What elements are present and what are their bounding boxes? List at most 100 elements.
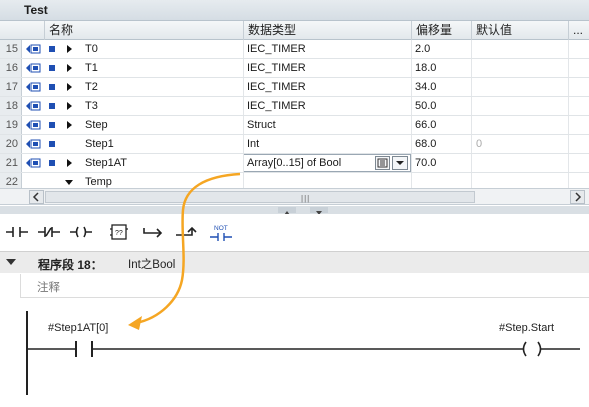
default-value[interactable] (476, 116, 566, 134)
expand-triangle-icon[interactable] (67, 121, 72, 129)
coil-icon[interactable] (69, 222, 93, 242)
default-value[interactable]: 0 (476, 135, 566, 153)
offset-value[interactable]: 18.0 (415, 59, 470, 77)
variable-name[interactable]: T3 (85, 97, 240, 115)
variable-name[interactable]: Step1 (85, 135, 240, 153)
data-type[interactable]: IEC_TIMER (247, 97, 412, 115)
expand-triangle-icon[interactable] (67, 64, 72, 72)
type-dropdown-icon[interactable] (392, 156, 408, 170)
table-row[interactable]: 15 T0 IEC_TIMER 2.0 (0, 40, 589, 59)
offset-value[interactable]: 2.0 (415, 40, 470, 58)
expand-triangle-icon[interactable] (67, 83, 72, 91)
row-number[interactable]: 16 (0, 59, 22, 77)
no-contact-element[interactable] (75, 341, 93, 357)
coil-operand[interactable]: #Step.Start (499, 322, 554, 334)
row-number[interactable]: 21 (0, 154, 22, 172)
column-header-offset[interactable]: 偏移量 (411, 21, 471, 40)
empty-box-icon[interactable]: ?? (107, 222, 131, 242)
type-browse-icon[interactable] (375, 156, 390, 170)
scroll-thumb[interactable]: ||| (45, 191, 475, 203)
column-divider (471, 154, 472, 172)
retain-marker-icon (49, 141, 55, 147)
retain-marker-icon (49, 84, 55, 90)
default-value[interactable] (476, 40, 566, 58)
table-row[interactable]: 18 T3 IEC_TIMER 50.0 (0, 97, 589, 116)
editor-titlebar: Test (0, 0, 589, 21)
default-value[interactable] (476, 97, 566, 115)
network-header[interactable]: 程序段 18： Int之Bool (0, 251, 589, 273)
static-var-icon (26, 44, 41, 54)
data-type[interactable]: IEC_TIMER (247, 78, 412, 96)
table-header: 名称 数据类型 偏移量 默认值 ... (0, 21, 589, 40)
svg-text:??: ?? (115, 230, 123, 237)
column-divider (471, 59, 472, 77)
row-number[interactable]: 15 (0, 40, 22, 58)
expand-triangle-icon[interactable] (67, 45, 72, 53)
collapse-network-icon[interactable] (6, 259, 16, 265)
splitter-up-button[interactable] (278, 207, 296, 215)
close-branch-icon[interactable] (174, 222, 198, 242)
variable-name[interactable]: T1 (85, 59, 240, 77)
ladder-instruction-toolbar: ?? NOT (0, 214, 589, 250)
data-type[interactable]: IEC_TIMER (247, 40, 412, 58)
no-contact-icon[interactable] (5, 222, 29, 242)
table-horizontal-scrollbar[interactable]: ||| (0, 188, 589, 205)
column-divider (471, 116, 472, 134)
panel-splitter[interactable] (0, 206, 589, 215)
data-type[interactable]: Int (247, 135, 412, 153)
offset-value[interactable]: 68.0 (415, 135, 470, 153)
variable-name[interactable]: Step1AT (85, 154, 240, 172)
retain-marker-icon (49, 103, 55, 109)
table-row[interactable]: 19 Step Struct 66.0 (0, 116, 589, 135)
default-value[interactable] (476, 78, 566, 96)
default-value[interactable] (476, 154, 566, 172)
column-header-more[interactable]: ... (568, 21, 589, 40)
ladder-network: #Step1AT[0] #Step.Start (0, 299, 589, 407)
network-comment[interactable]: 注释 (20, 274, 589, 298)
offset-value[interactable]: 34.0 (415, 78, 470, 96)
offset-value[interactable]: 66.0 (415, 116, 470, 134)
row-number[interactable]: 19 (0, 116, 22, 134)
expand-triangle-icon[interactable] (67, 159, 72, 167)
network-number: 程序段 18： (38, 258, 103, 272)
variable-name[interactable]: Step (85, 116, 240, 134)
static-var-icon (26, 82, 41, 92)
static-var-icon (26, 101, 41, 111)
default-value[interactable] (476, 59, 566, 77)
column-divider (243, 40, 244, 58)
table-row[interactable]: 16 T1 IEC_TIMER 18.0 (0, 59, 589, 78)
splitter-down-button[interactable] (310, 207, 328, 215)
column-divider (568, 154, 569, 172)
offset-value[interactable]: 50.0 (415, 97, 470, 115)
contact-operand[interactable]: #Step1AT[0] (48, 322, 108, 334)
row-number[interactable]: 20 (0, 135, 22, 153)
retain-marker-icon (49, 160, 55, 166)
collapse-triangle-icon[interactable] (65, 180, 73, 185)
column-header-datatype[interactable]: 数据类型 (243, 21, 411, 40)
not-contact-icon[interactable]: NOT (208, 222, 236, 242)
table-row[interactable]: 17 T2 IEC_TIMER 34.0 (0, 78, 589, 97)
row-number[interactable]: 18 (0, 97, 22, 115)
variable-name[interactable]: T2 (85, 78, 240, 96)
table-row[interactable]: 20 Step1 Int 68.0 0 (0, 135, 589, 154)
open-branch-icon[interactable] (142, 222, 166, 242)
variable-name[interactable]: T0 (85, 40, 240, 58)
scroll-left-button[interactable] (29, 190, 44, 204)
column-header-default[interactable]: 默认值 (471, 21, 568, 40)
column-divider (568, 78, 569, 96)
column-divider (471, 135, 472, 153)
coil-element[interactable] (522, 341, 542, 357)
row-number[interactable]: 17 (0, 78, 22, 96)
data-type[interactable]: IEC_TIMER (247, 59, 412, 77)
expand-triangle-icon[interactable] (67, 102, 72, 110)
network-title[interactable]: Int之Bool (128, 256, 175, 272)
column-divider (568, 59, 569, 77)
column-divider (411, 135, 412, 153)
column-header-name[interactable]: 名称 (44, 21, 243, 40)
table-row[interactable]: 21 Step1AT Array[0..15] of Bool 70.0 (0, 154, 589, 173)
retain-marker-icon (49, 65, 55, 71)
data-type[interactable]: Struct (247, 116, 412, 134)
scroll-right-button[interactable] (570, 190, 585, 204)
offset-value[interactable]: 70.0 (415, 154, 470, 172)
nc-contact-icon[interactable] (37, 222, 61, 242)
